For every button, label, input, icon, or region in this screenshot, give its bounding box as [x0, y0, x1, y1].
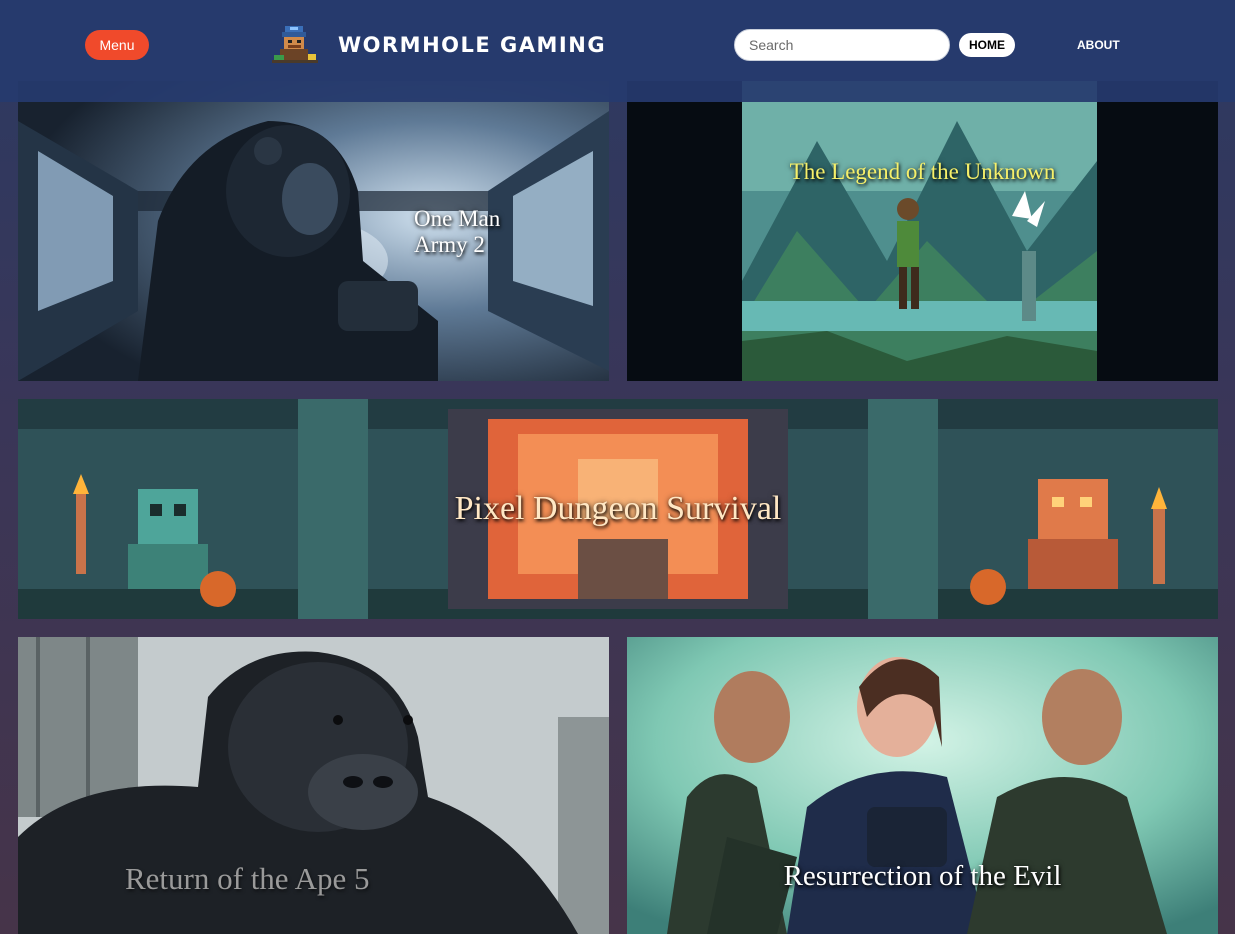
game-card-resurrection-of-the-evil[interactable]: Resurrection of the Evil — [627, 637, 1218, 934]
game-title: Return of the Ape 5 — [125, 861, 370, 896]
game-card-legend-of-the-unknown[interactable]: The Legend of the Unknown — [627, 81, 1218, 381]
top-navigation-bar: Menu WORMHOLE GAMING HOME ABOUT — [0, 0, 1235, 102]
pixel-hero-landscape-image — [627, 81, 1218, 381]
search-input[interactable] — [734, 29, 950, 61]
game-card-one-man-army-2[interactable]: One Man Army 2 — [18, 81, 609, 381]
soldier-cockpit-image — [18, 81, 609, 381]
game-title: Pixel Dungeon Survival — [454, 490, 782, 527]
game-title: The Legend of the Unknown — [789, 159, 1056, 184]
site-title[interactable]: WORMHOLE GAMING — [338, 30, 606, 60]
nav-home-button[interactable]: HOME — [959, 33, 1015, 57]
nav-about-link[interactable]: ABOUT — [1077, 38, 1120, 52]
game-title: Resurrection of the Evil — [783, 860, 1062, 892]
menu-button[interactable]: Menu — [85, 30, 149, 60]
pixel-miner-icon — [272, 26, 318, 63]
game-card-return-of-the-ape-5[interactable]: Return of the Ape 5 — [18, 637, 609, 934]
game-title: One Man Army 2 — [414, 206, 501, 257]
game-card-pixel-dungeon-survival[interactable]: Pixel Dungeon Survival — [18, 399, 1218, 619]
